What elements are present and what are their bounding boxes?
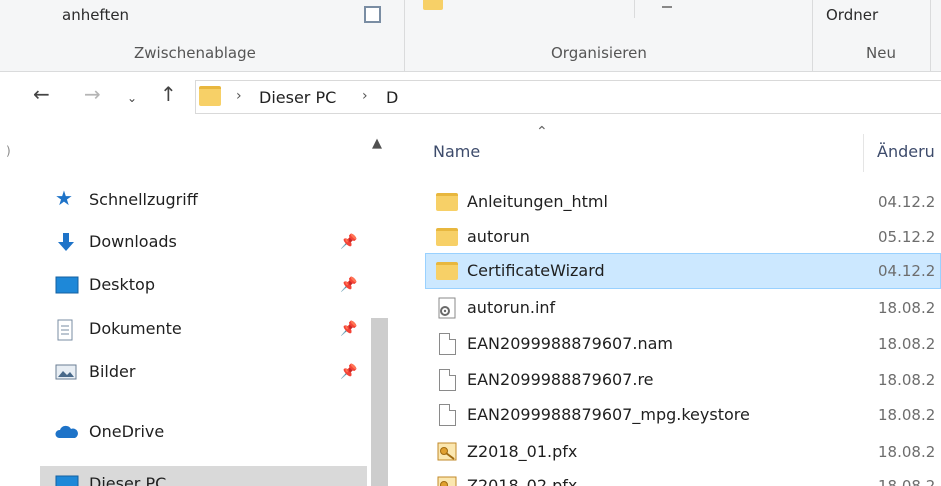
forward-arrow-icon[interactable]: → — [84, 84, 101, 104]
rename-icon[interactable] — [662, 6, 672, 8]
ribbon-separator — [404, 0, 405, 72]
copy-path-icon[interactable] — [364, 6, 381, 23]
breadcrumb-drive-d[interactable]: D — [386, 88, 398, 107]
pin-icon[interactable]: 📌 — [340, 321, 357, 337]
sidebar-item-label: Downloads — [89, 232, 177, 251]
pin-to-quick-access-label[interactable]: anheften — [62, 6, 129, 24]
desktop-icon — [55, 275, 79, 295]
onedrive-cloud-icon — [55, 422, 78, 442]
sort-ascending-chevron-icon: ⌃ — [536, 124, 548, 140]
folder-icon — [436, 226, 458, 248]
sidebar-item-pictures[interactable]: Bilder 📌 — [55, 354, 367, 390]
file-icon — [436, 333, 458, 355]
ribbon-group-organize: Organisieren — [551, 44, 647, 62]
documents-icon — [55, 319, 77, 341]
file-date: 18.08.2 — [878, 406, 936, 424]
sidebar-item-documents[interactable]: Dokumente 📌 — [55, 311, 367, 347]
move-to-folder-icon[interactable] — [423, 0, 443, 10]
file-date: 04.12.2 — [878, 262, 936, 280]
file-name: EAN2099988879607_mpg.keystore — [467, 405, 750, 424]
file-row-anleitungen-html[interactable]: Anleitungen_html 04.12.2 — [425, 184, 941, 220]
file-date: 04.12.2 — [878, 193, 936, 211]
sidebar-item-onedrive[interactable]: OneDrive — [55, 414, 367, 450]
ribbon: anheften Ordner Zwischenablage Organisie… — [0, 0, 941, 72]
ribbon-group-new: Neu — [866, 44, 896, 62]
file-row-ean-keystore[interactable]: EAN2099988879607_mpg.keystore 18.08.2 — [425, 397, 941, 433]
file-name: CertificateWizard — [467, 261, 605, 280]
sidebar-item-label: Dokumente — [89, 319, 182, 338]
file-name: EAN2099988879607.nam — [467, 334, 673, 353]
file-name: autorun — [467, 227, 530, 246]
computer-icon — [55, 474, 79, 486]
column-header-name[interactable]: Name — [433, 142, 480, 161]
file-name: autorun.inf — [467, 298, 556, 317]
sidebar-item-quick-access[interactable]: ★ Schnellzugriff — [55, 182, 367, 218]
scroll-up-arrow-icon[interactable]: ▲ — [372, 136, 382, 151]
file-row-certificatewizard[interactable]: CertificateWizard 04.12.2 — [425, 253, 941, 289]
file-date: 18.08.2 — [878, 443, 936, 461]
file-row-autorun-folder[interactable]: autorun 05.12.2 — [425, 219, 941, 255]
column-header-date-modified[interactable]: Änderu — [877, 142, 935, 161]
file-name: Z2018_01.pfx — [467, 442, 578, 461]
ribbon-inner-separator — [634, 0, 635, 18]
pin-icon[interactable]: 📌 — [340, 277, 357, 293]
pin-icon[interactable]: 📌 — [340, 364, 357, 380]
file-date: 18.08.2 — [878, 477, 936, 486]
sidebar-item-desktop[interactable]: Desktop 📌 — [55, 267, 367, 303]
file-date: 18.08.2 — [878, 371, 936, 389]
pictures-icon — [55, 362, 77, 382]
file-icon — [436, 369, 458, 391]
new-folder-button[interactable]: Ordner — [826, 6, 878, 24]
back-arrow-icon[interactable]: ← — [33, 84, 50, 104]
up-arrow-icon[interactable]: ↑ — [160, 84, 177, 104]
settings-file-icon — [436, 297, 458, 319]
scrollbar-thumb[interactable] — [371, 318, 388, 486]
file-row-ean-re[interactable]: EAN2099988879607.re 18.08.2 — [425, 362, 941, 398]
recent-locations-chevron-icon[interactable]: ⌄ — [127, 88, 137, 108]
sidebar-item-label: Schnellzugriff — [89, 190, 198, 209]
sidebar-item-label: OneDrive — [89, 422, 165, 441]
file-row-autorun-inf[interactable]: autorun.inf 18.08.2 — [425, 290, 941, 326]
file-row-ean-nam[interactable]: EAN2099988879607.nam 18.08.2 — [425, 326, 941, 362]
file-date: 18.08.2 — [878, 335, 936, 353]
pin-icon[interactable]: 📌 — [340, 234, 357, 250]
file-date: 18.08.2 — [878, 299, 936, 317]
folder-icon — [436, 260, 458, 282]
breadcrumb-this-pc[interactable]: Dieser PC — [259, 88, 336, 107]
column-divider[interactable] — [863, 134, 864, 172]
breadcrumb-chevron-icon[interactable]: › — [362, 88, 368, 104]
folder-icon — [436, 191, 458, 213]
sidebar-item-downloads[interactable]: Downloads 📌 — [55, 224, 367, 260]
breadcrumb-chevron-icon[interactable]: › — [236, 88, 242, 104]
file-row-z2018-02-pfx[interactable]: Z2018_02.pfx 18.08.2 — [425, 468, 941, 486]
sidebar-item-label: Bilder — [89, 362, 136, 381]
download-arrow-icon — [55, 232, 77, 252]
sidebar-item-label: Desktop — [89, 275, 155, 294]
file-date: 05.12.2 — [878, 228, 936, 246]
file-name: Anleitungen_html — [467, 192, 608, 211]
ribbon-separator — [812, 0, 813, 72]
sidebar-item-this-pc[interactable]: Dieser PC — [40, 466, 367, 486]
collapse-pane-indicator: ) — [6, 144, 11, 158]
star-icon: ★ — [55, 186, 73, 210]
ribbon-group-clipboard: Zwischenablage — [134, 44, 256, 62]
sidebar-item-label: Dieser PC — [89, 474, 167, 486]
ribbon-separator — [930, 0, 931, 72]
file-icon — [436, 404, 458, 426]
certificate-file-icon — [436, 475, 458, 486]
file-name: Z2018_02.pfx — [467, 476, 578, 486]
folder-icon — [199, 86, 221, 106]
file-name: EAN2099988879607.re — [467, 370, 654, 389]
file-row-z2018-01-pfx[interactable]: Z2018_01.pfx 18.08.2 — [425, 434, 941, 470]
certificate-file-icon — [436, 441, 458, 463]
